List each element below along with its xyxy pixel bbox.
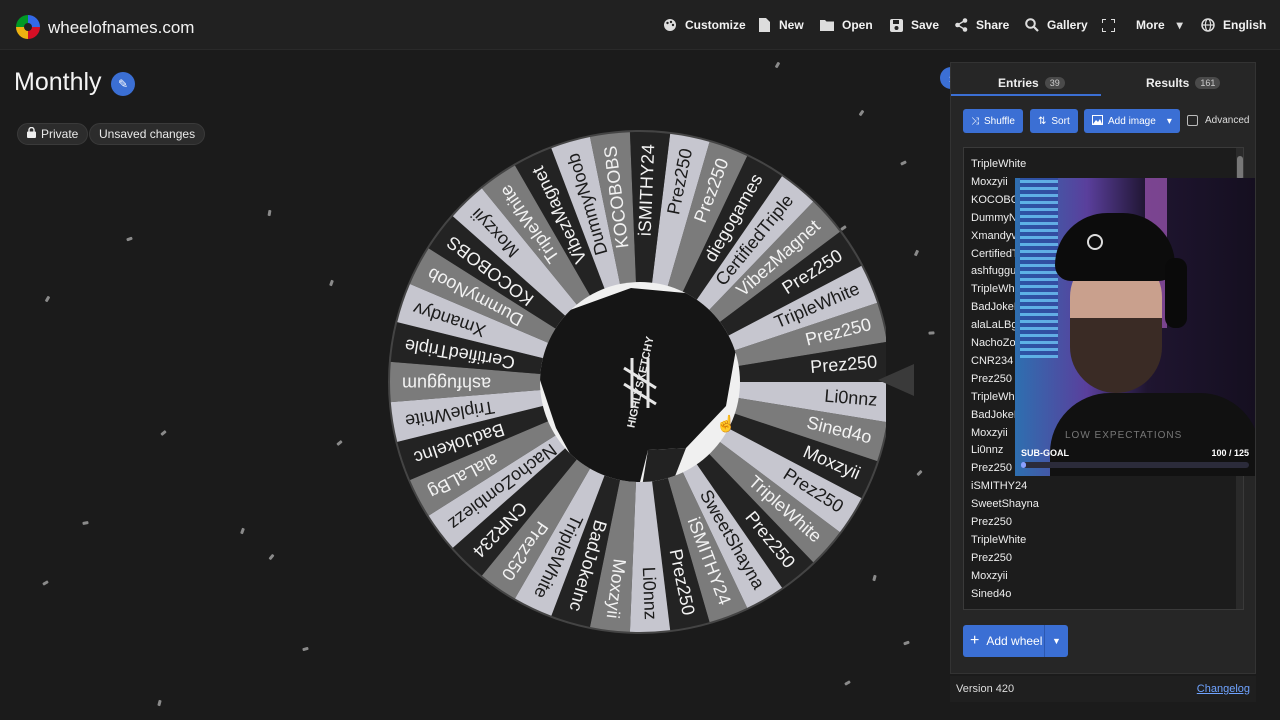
nav-save-label: Save bbox=[911, 18, 940, 32]
fullscreen-button[interactable] bbox=[1101, 0, 1115, 50]
nav-gallery-button[interactable]: Gallery bbox=[1025, 0, 1088, 50]
entry-line: Sined4o bbox=[971, 587, 1012, 600]
sort-icon: ⇅ bbox=[1038, 115, 1047, 127]
tab-entries-label: Entries bbox=[998, 76, 1039, 90]
cap-logo-icon bbox=[1087, 234, 1103, 250]
wheel-svg[interactable]: Prez250Prez250diegogamesCertifiedTripleV… bbox=[386, 88, 886, 678]
nav-new-button[interactable]: New bbox=[757, 0, 804, 50]
wheel-segment-label: Li0nnz bbox=[639, 566, 661, 620]
shuffle-button[interactable]: ⤨ Shuffle bbox=[963, 109, 1023, 133]
tab-results[interactable]: Results 161 bbox=[1146, 69, 1221, 97]
nav-new-label: New bbox=[779, 18, 804, 32]
nav-share-button[interactable]: Share bbox=[954, 0, 1009, 50]
caret-down-icon: ▾ bbox=[1176, 18, 1183, 32]
nav-open-button[interactable]: Open bbox=[820, 0, 873, 50]
folder-icon bbox=[820, 18, 834, 32]
hand-cursor-icon: ☝ bbox=[716, 416, 736, 433]
nav-customize-button[interactable]: Customize bbox=[663, 0, 746, 50]
entry-line: TripleWhite bbox=[971, 533, 1027, 546]
wheel-pointer-icon bbox=[878, 364, 914, 396]
headset-icon bbox=[1165, 258, 1187, 328]
shirt-text: LOW EXPECTATIONS bbox=[1065, 430, 1183, 441]
wheel-title[interactable]: Monthly bbox=[14, 68, 102, 97]
floppy-disk-icon bbox=[889, 18, 903, 32]
entry-line: Prez250 bbox=[971, 516, 1012, 528]
wheel-of-names[interactable]: Prez250 Prez250 diegogames CertifiedTriple V… bbox=[386, 88, 886, 678]
search-icon bbox=[1025, 18, 1039, 32]
unsaved-changes-label: Unsaved changes bbox=[99, 127, 196, 141]
entry-line: CNR234 bbox=[971, 354, 1014, 367]
entries-scroll-thumb[interactable] bbox=[1237, 156, 1243, 180]
share-icon bbox=[954, 18, 968, 32]
file-icon bbox=[757, 18, 771, 32]
language-label: English bbox=[1223, 18, 1267, 32]
shuffle-label: Shuffle bbox=[984, 115, 1015, 127]
palette-icon bbox=[663, 18, 677, 32]
nav-share-label: Share bbox=[976, 18, 1010, 32]
wheel-segment-label: Li0nnz bbox=[824, 386, 878, 410]
edit-title-button[interactable]: ✎ bbox=[111, 72, 135, 96]
sort-button[interactable]: ⇅ Sort bbox=[1030, 109, 1078, 133]
site-logo-icon[interactable] bbox=[16, 15, 40, 39]
subgoal-progress-track bbox=[1021, 462, 1249, 468]
add-wheel-dropdown-icon[interactable]: ▼ bbox=[1045, 636, 1068, 646]
entries-count-badge: 39 bbox=[1044, 77, 1065, 89]
subgoal-widget: SUB-GOAL 100 / 125 bbox=[1021, 446, 1249, 470]
wheel-segment-label: ashfuggum bbox=[402, 373, 491, 393]
entry-line: Xmandyv bbox=[971, 229, 1017, 242]
entry-line: Moxzyii bbox=[971, 426, 1008, 439]
entry-line: Prez250 bbox=[971, 551, 1012, 564]
changelog-link[interactable]: Changelog bbox=[1197, 683, 1250, 695]
lock-icon bbox=[27, 126, 36, 141]
language-button[interactable]: English bbox=[1201, 0, 1266, 50]
entry-line: Moxzyii bbox=[971, 175, 1008, 188]
tab-entries[interactable]: Entries 39 bbox=[998, 69, 1065, 97]
add-wheel-button[interactable]: + Add wheel ▼ bbox=[963, 625, 1068, 657]
nav-customize-label: Customize bbox=[685, 18, 746, 32]
add-image-button[interactable]: Add image ▾ bbox=[1084, 109, 1180, 133]
subgoal-progress-fill bbox=[1021, 462, 1026, 468]
private-badge[interactable]: Private bbox=[17, 123, 89, 145]
plus-icon: + bbox=[970, 632, 980, 649]
rgb-light-strip bbox=[1020, 178, 1058, 358]
entry-line: TripleWhite bbox=[971, 158, 1027, 170]
nav-more-button[interactable]: More ▾ bbox=[1136, 0, 1187, 50]
nav-open-label: Open bbox=[842, 18, 873, 32]
entry-line: Prez250 bbox=[971, 462, 1012, 475]
version-footer: Version 420 Changelog bbox=[950, 676, 1256, 702]
nav-more-label: More bbox=[1136, 18, 1165, 32]
entry-line: Moxzyii bbox=[971, 569, 1008, 582]
top-navbar: wheelofnames.com Customize New Open Save… bbox=[0, 0, 1280, 50]
unsaved-changes-badge: Unsaved changes bbox=[89, 123, 206, 145]
shuffle-icon: ⤨ bbox=[971, 115, 979, 127]
fullscreen-icon bbox=[1101, 18, 1115, 32]
add-wheel-label: Add wheel bbox=[986, 634, 1043, 648]
private-label: Private bbox=[41, 127, 79, 141]
entry-line: Prez250 bbox=[971, 372, 1012, 385]
nav-save-button[interactable]: Save bbox=[889, 0, 939, 50]
entry-line: SweetShayna bbox=[971, 498, 1039, 511]
image-icon bbox=[1092, 114, 1103, 128]
version-label: Version 420 bbox=[956, 683, 1015, 695]
globe-icon bbox=[1201, 18, 1215, 32]
subgoal-label: SUB-GOAL bbox=[1021, 448, 1069, 458]
active-tab-indicator bbox=[951, 94, 1101, 96]
advanced-label: Advanced bbox=[1205, 115, 1250, 126]
site-name[interactable]: wheelofnames.com bbox=[48, 18, 194, 38]
caret-down-icon: ▾ bbox=[1166, 115, 1172, 127]
subgoal-value: 100 / 125 bbox=[1211, 448, 1249, 458]
entry-line: iSMITHY24 bbox=[971, 480, 1028, 493]
nav-gallery-label: Gallery bbox=[1047, 18, 1088, 32]
entry-line: Li0nnz bbox=[971, 444, 1004, 457]
wheel-segment-label: iSMITHY24 bbox=[635, 144, 659, 237]
tab-results-label: Results bbox=[1146, 76, 1190, 90]
streamer-beard bbox=[1070, 318, 1162, 393]
add-image-label: Add image bbox=[1108, 115, 1156, 127]
webcam-overlay: LOW EXPECTATIONS SUB-GOAL 100 / 125 bbox=[1015, 178, 1255, 476]
pencil-icon: ✎ bbox=[117, 77, 129, 91]
advanced-checkbox[interactable] bbox=[1187, 115, 1198, 126]
sort-label: Sort bbox=[1051, 115, 1070, 127]
entry-line: alaLaLBg bbox=[971, 319, 1018, 332]
results-count-badge: 161 bbox=[1195, 77, 1221, 89]
